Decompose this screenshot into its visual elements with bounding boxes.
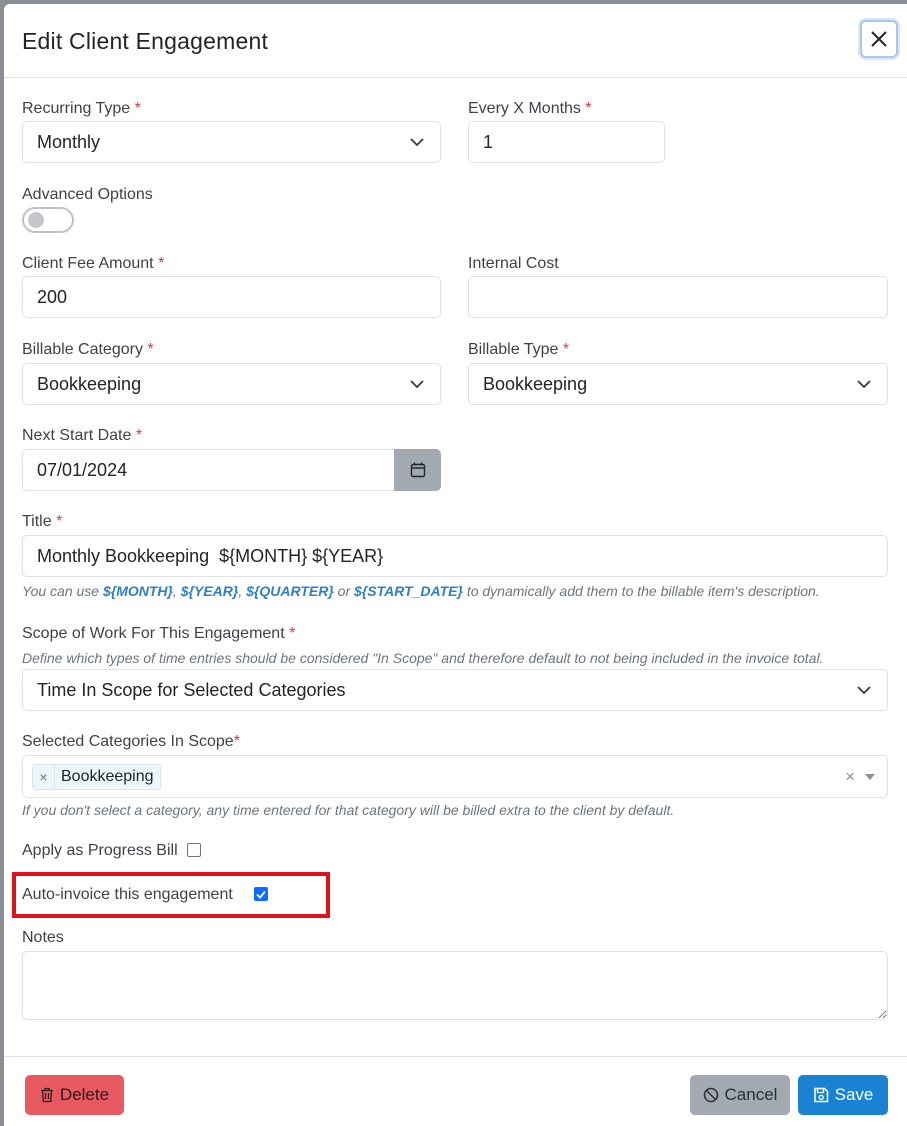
calendar-button[interactable] — [394, 449, 441, 491]
billable-type-label: Billable Type * — [468, 341, 570, 358]
toggle-knob — [28, 212, 44, 228]
selected-categories-label: Selected Categories In Scope* — [22, 733, 240, 750]
save-button[interactable]: Save — [798, 1075, 888, 1115]
chevron-down-icon — [857, 380, 871, 389]
modal-header: Edit Client Engagement — [4, 4, 907, 78]
advanced-options-label: Advanced Options — [22, 186, 153, 203]
chevron-down-icon — [410, 138, 424, 147]
delete-label: Delete — [59, 1085, 110, 1104]
auto-invoice-checkbox[interactable] — [254, 887, 268, 901]
chip-label: Bookkeeping — [61, 768, 154, 785]
internal-cost-label: Internal Cost — [468, 255, 559, 272]
every-x-months-label: Every X Months * — [468, 100, 592, 117]
billable-type-value: Bookkeeping — [483, 373, 588, 394]
advanced-options-toggle[interactable] — [22, 207, 74, 233]
ban-icon — [703, 1087, 718, 1103]
next-start-date-label: Next Start Date * — [22, 427, 143, 444]
billable-type-select[interactable]: Bookkeeping — [468, 363, 888, 405]
billable-category-value: Bookkeeping — [37, 373, 142, 394]
save-icon — [813, 1087, 828, 1103]
close-button[interactable] — [860, 20, 898, 58]
next-start-date-value: 07/01/2024 — [37, 459, 128, 480]
selected-categories-help: If you don't select a category, any time… — [22, 802, 675, 818]
checkmark-icon — [256, 890, 266, 899]
next-start-date-input[interactable]: 07/01/2024 — [22, 449, 395, 491]
client-fee-label: Client Fee Amount * — [22, 255, 165, 272]
recurring-type-select[interactable]: Monthly — [22, 121, 441, 163]
scope-of-work-help: Define which types of time entries shoul… — [22, 650, 824, 666]
caret-down-icon[interactable] — [865, 774, 875, 780]
title-label: Title * — [22, 513, 63, 530]
chevron-down-icon — [410, 380, 424, 389]
scope-of-work-label: Scope of Work For This Engagement * — [22, 625, 296, 642]
internal-cost-input[interactable] — [468, 276, 888, 318]
close-icon — [871, 31, 887, 47]
notes-label: Notes — [22, 929, 64, 946]
every-x-months-input[interactable]: 1 — [468, 121, 665, 163]
notes-textarea[interactable] — [22, 951, 888, 1020]
title-help-text: You can use ${MONTH}, ${YEAR}, ${QUARTER… — [22, 583, 820, 599]
chip-remove-button[interactable]: × — [33, 765, 55, 789]
delete-button[interactable]: Delete — [25, 1075, 124, 1115]
title-value: Monthly Bookkeeping ${MONTH} ${YEAR} — [37, 545, 384, 566]
billable-category-select[interactable]: Bookkeeping — [22, 363, 441, 405]
selected-categories-multiselect[interactable]: × Bookkeeping × — [22, 755, 888, 798]
client-fee-value: 200 — [37, 286, 68, 307]
chevron-down-icon — [857, 686, 871, 695]
trash-icon — [40, 1087, 53, 1103]
modal-title: Edit Client Engagement — [22, 28, 269, 54]
title-input[interactable]: Monthly Bookkeeping ${MONTH} ${YEAR} — [22, 535, 888, 577]
category-chip: × Bookkeeping — [32, 764, 161, 790]
client-fee-input[interactable]: 200 — [22, 276, 441, 318]
recurring-type-label: Recurring Type * — [22, 100, 141, 117]
clear-selection-icon[interactable]: × — [845, 767, 855, 787]
edit-engagement-modal: Edit Client Engagement Recurring Type * … — [4, 4, 907, 1126]
cancel-button[interactable]: Cancel — [690, 1075, 790, 1115]
calendar-icon — [410, 462, 425, 478]
footer-divider — [4, 1056, 907, 1057]
progress-bill-checkbox[interactable] — [187, 843, 201, 857]
scope-of-work-select[interactable]: Time In Scope for Selected Categories — [22, 669, 888, 711]
billable-category-label: Billable Category * — [22, 341, 154, 358]
save-label: Save — [834, 1085, 874, 1104]
cancel-label: Cancel — [724, 1085, 778, 1104]
auto-invoice-label: Auto-invoice this engagement — [22, 886, 233, 903]
recurring-type-value: Monthly — [37, 131, 101, 152]
scope-of-work-value: Time In Scope for Selected Categories — [37, 679, 346, 700]
every-x-months-value: 1 — [483, 131, 494, 152]
progress-bill-label: Apply as Progress Bill — [22, 842, 178, 859]
